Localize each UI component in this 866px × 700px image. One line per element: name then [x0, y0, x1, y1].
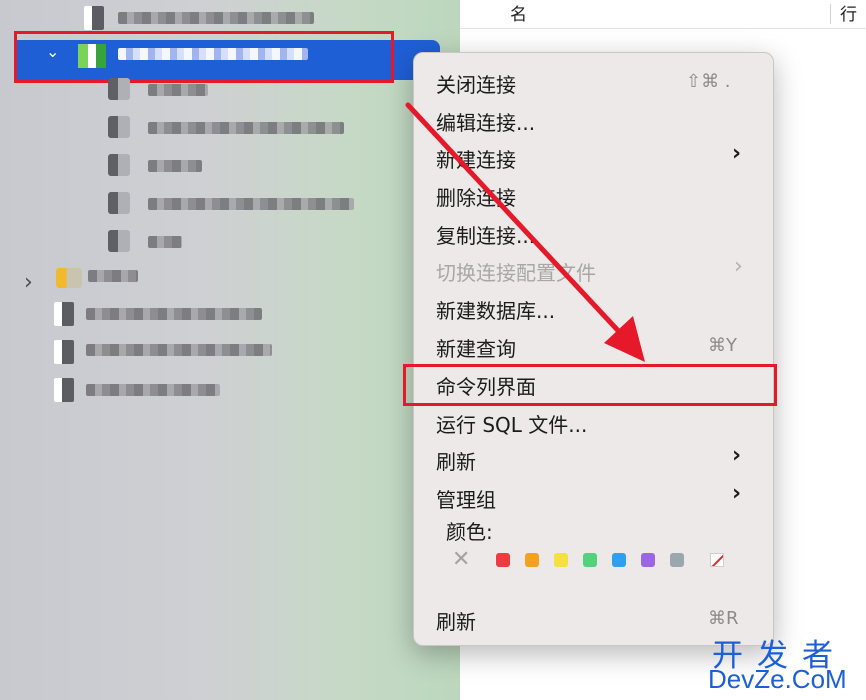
annotation-arrow — [405, 102, 645, 362]
watermark-brand: DevZe.CoM — [708, 664, 847, 694]
